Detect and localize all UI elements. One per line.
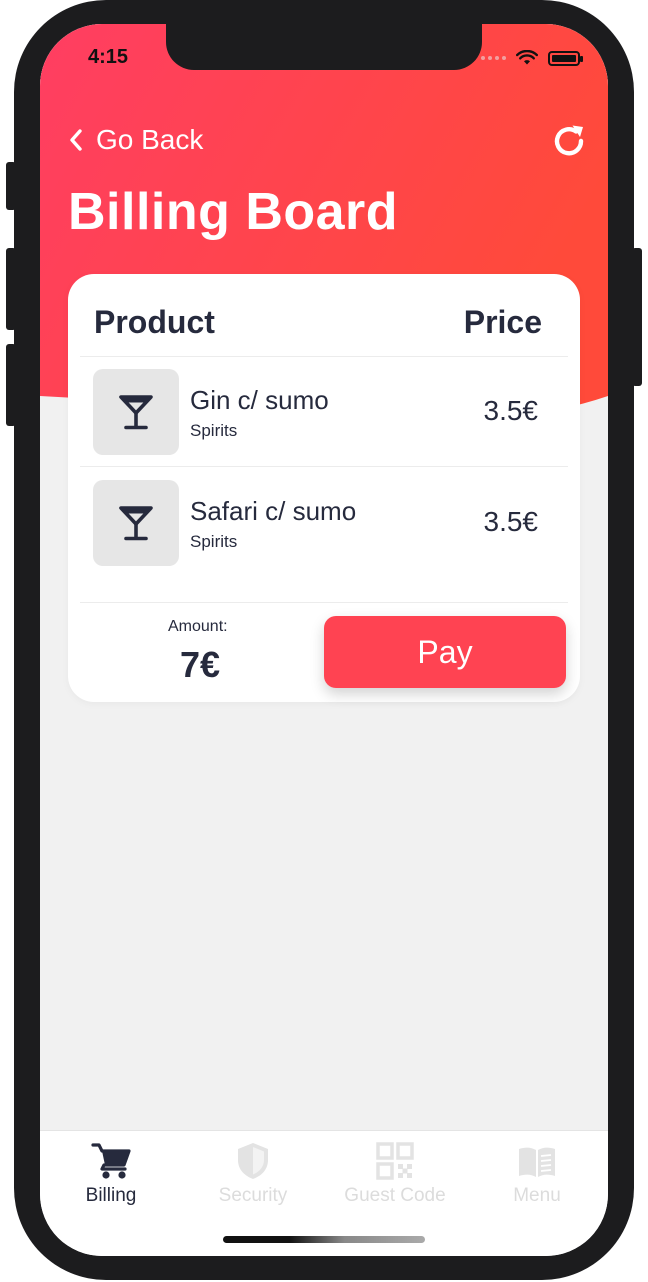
amount-value: 7€ xyxy=(180,644,221,685)
product-name: Safari c/ sumo xyxy=(190,496,357,526)
go-back-label: Go Back xyxy=(96,124,204,155)
table-header: Product Price xyxy=(68,274,580,356)
product-category: Spirits xyxy=(190,421,238,440)
tab-guest-code[interactable]: Guest Code xyxy=(324,1131,466,1231)
phone-frame: 4:15 Go Back Billing Board Product Price… xyxy=(14,0,634,1280)
cocktail-glass-icon xyxy=(119,395,153,430)
wifi-icon xyxy=(516,50,538,65)
go-back-link[interactable]: Go Back xyxy=(66,124,203,156)
screen: 4:15 Go Back Billing Board Product Price… xyxy=(40,24,608,1256)
amount-label: Amount: xyxy=(168,618,228,635)
chevron-left-icon xyxy=(70,129,82,151)
status-time: 4:15 xyxy=(88,46,129,68)
tab-menu[interactable]: Menu xyxy=(466,1131,608,1231)
table-row[interactable]: Safari c/ sumo Spirits 3.5€ xyxy=(68,468,580,578)
divider xyxy=(80,466,568,467)
cart-icon xyxy=(91,1143,131,1179)
qr-code-icon xyxy=(376,1142,414,1180)
refresh-icon[interactable] xyxy=(550,122,588,160)
book-icon xyxy=(519,1147,555,1177)
notch xyxy=(166,24,482,70)
product-name: Gin c/ sumo xyxy=(190,385,329,415)
tab-label: Security xyxy=(218,1185,288,1206)
status-icons xyxy=(481,50,583,66)
divider xyxy=(80,602,568,603)
price-column-header: Price xyxy=(463,304,542,340)
tab-label: Billing xyxy=(85,1185,137,1206)
battery-icon xyxy=(548,50,583,66)
tab-billing[interactable]: Billing xyxy=(40,1131,182,1231)
tab-label: Guest Code xyxy=(344,1185,446,1206)
table-row[interactable]: Gin c/ sumo Spirits 3.5€ xyxy=(68,357,580,467)
tab-label: Menu xyxy=(513,1185,561,1206)
product-thumbnail xyxy=(93,369,179,455)
product-price: 3.5€ xyxy=(483,395,539,426)
page-title: Billing Board xyxy=(68,183,399,241)
product-category: Spirits xyxy=(190,532,238,551)
product-column-header: Product xyxy=(94,304,215,340)
tab-security[interactable]: Security xyxy=(182,1131,324,1231)
product-thumbnail xyxy=(93,480,179,566)
shield-icon xyxy=(238,1143,268,1179)
home-indicator xyxy=(223,1236,425,1243)
pay-button[interactable]: Pay xyxy=(324,616,566,688)
billing-card: Product Price Gin c/ sumo Spirits 3.5€ S… xyxy=(68,274,580,702)
product-price: 3.5€ xyxy=(483,506,539,537)
cocktail-glass-icon xyxy=(119,506,153,541)
signal-icon xyxy=(481,56,506,60)
